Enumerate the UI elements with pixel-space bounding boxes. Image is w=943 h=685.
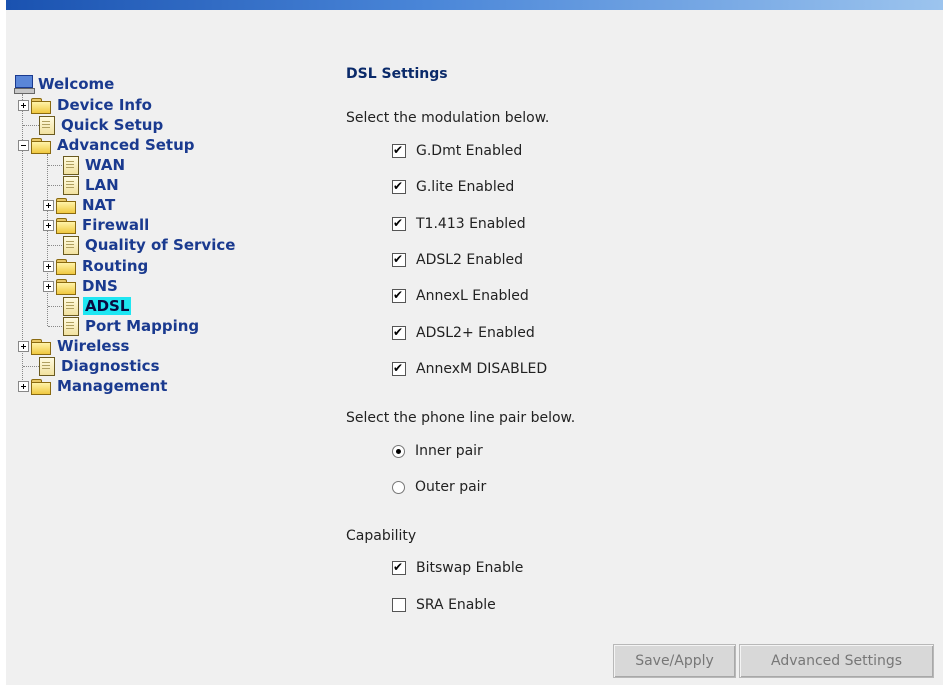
tree-line — [47, 154, 48, 326]
folder-icon — [56, 258, 76, 275]
nav-diagnostics-label: Diagnostics — [61, 357, 160, 375]
nav-device-info[interactable]: Device Info — [18, 95, 154, 115]
radio-button[interactable] — [392, 444, 405, 458]
nav-management[interactable]: Management — [18, 376, 169, 396]
nav-advanced-setup-label: Advanced Setup — [57, 136, 195, 154]
modulation-label: T1.413 Enabled — [416, 216, 526, 232]
pair-option[interactable]: Inner pair — [392, 441, 483, 461]
checkbox[interactable] — [392, 178, 406, 194]
folder-icon — [56, 278, 76, 295]
modulation-option[interactable]: ADSL2 Enabled — [392, 250, 523, 270]
pair-label: Outer pair — [415, 479, 487, 495]
navigation-tree: Welcome Device Info Quick Setup Advanced… — [14, 74, 314, 404]
nav-adsl-label: ADSL — [83, 297, 132, 315]
folder-icon — [31, 378, 51, 395]
expand-icon[interactable] — [43, 219, 54, 231]
nav-port-mapping-label: Port Mapping — [85, 317, 200, 335]
open-folder-icon — [31, 137, 51, 154]
page-icon — [63, 235, 79, 255]
modulation-option[interactable]: AnnexM DISABLED — [392, 359, 547, 379]
page-icon — [63, 296, 79, 316]
nav-quick-setup-label: Quick Setup — [61, 116, 164, 134]
checkbox[interactable] — [392, 598, 406, 612]
expand-icon[interactable] — [43, 280, 54, 292]
modulation-label: ADSL2 Enabled — [416, 252, 523, 268]
modulation-prompt: Select the modulation below. — [346, 110, 550, 126]
advanced-settings-button[interactable]: Advanced Settings — [739, 644, 934, 678]
nav-qos-label: Quality of Service — [85, 236, 236, 254]
nav-dns-label: DNS — [82, 277, 118, 295]
page-icon — [63, 155, 79, 175]
modulation-label: AnnexM DISABLED — [416, 361, 548, 377]
page-icon — [63, 175, 79, 195]
pair-option[interactable]: Outer pair — [392, 477, 486, 497]
nav-port-mapping[interactable]: Port Mapping — [60, 316, 201, 336]
pair-label: Inner pair — [415, 443, 483, 459]
nav-wan[interactable]: WAN — [60, 155, 127, 175]
checkbox[interactable] — [392, 142, 406, 158]
nav-nat[interactable]: NAT — [43, 195, 117, 215]
nav-welcome-label: Welcome — [38, 75, 115, 93]
nav-wireless-label: Wireless — [57, 337, 130, 355]
dsl-settings-panel: DSL Settings Select the modulation below… — [346, 0, 943, 685]
capability-label: Capability — [346, 528, 417, 544]
nav-wan-label: WAN — [85, 156, 126, 174]
radio-button[interactable] — [392, 480, 405, 494]
nav-lan[interactable]: LAN — [60, 175, 121, 195]
nav-wireless[interactable]: Wireless — [18, 336, 131, 356]
modulation-label: G.Dmt Enabled — [416, 143, 523, 159]
checkbox[interactable] — [392, 324, 406, 340]
nav-lan-label: LAN — [85, 176, 119, 194]
nav-routing-label: Routing — [82, 257, 149, 275]
nav-dns[interactable]: DNS — [43, 276, 120, 296]
page-icon — [39, 356, 55, 376]
page-title: DSL Settings — [346, 66, 448, 82]
nav-diagnostics[interactable]: Diagnostics — [36, 356, 162, 376]
checkbox[interactable] — [392, 559, 406, 575]
collapse-icon[interactable] — [18, 139, 29, 151]
expand-icon[interactable] — [18, 380, 29, 392]
nav-quality-of-service[interactable]: Quality of Service — [60, 235, 237, 255]
page-icon — [63, 316, 79, 336]
nav-quick-setup[interactable]: Quick Setup — [36, 115, 165, 135]
page-icon — [39, 115, 55, 135]
nav-nat-label: NAT — [82, 196, 116, 214]
folder-icon — [56, 217, 76, 234]
modulation-option[interactable]: AnnexL Enabled — [392, 286, 529, 306]
capability-option-label: Bitswap Enable — [416, 560, 524, 576]
nav-firewall[interactable]: Firewall — [43, 215, 151, 235]
modulation-label: G.lite Enabled — [416, 179, 515, 195]
folder-icon — [56, 197, 76, 214]
nav-management-label: Management — [57, 377, 168, 395]
save-apply-button[interactable]: Save/Apply — [613, 644, 736, 678]
capability-option[interactable]: Bitswap Enable — [392, 558, 523, 578]
checkbox[interactable] — [392, 251, 406, 267]
checkbox[interactable] — [392, 215, 406, 231]
computer-icon — [14, 75, 35, 94]
folder-icon — [31, 338, 51, 355]
capability-option[interactable]: SRA Enable — [392, 595, 496, 615]
modulation-label: AnnexL Enabled — [416, 288, 529, 304]
pair-prompt: Select the phone line pair below. — [346, 410, 576, 426]
modulation-option[interactable]: T1.413 Enabled — [392, 214, 526, 234]
nav-welcome[interactable]: Welcome — [14, 74, 116, 94]
modulation-option[interactable]: G.Dmt Enabled — [392, 141, 522, 161]
nav-advanced-setup[interactable]: Advanced Setup — [18, 135, 197, 155]
nav-adsl[interactable]: ADSL — [60, 296, 132, 316]
modulation-option[interactable]: G.lite Enabled — [392, 177, 514, 197]
expand-icon[interactable] — [18, 99, 29, 111]
modulation-option[interactable]: ADSL2+ Enabled — [392, 323, 535, 343]
nav-device-info-label: Device Info — [57, 96, 152, 114]
nav-routing[interactable]: Routing — [43, 256, 150, 276]
expand-icon[interactable] — [43, 260, 54, 272]
expand-icon[interactable] — [18, 340, 29, 352]
expand-icon[interactable] — [43, 199, 54, 211]
checkbox[interactable] — [392, 287, 406, 303]
capability-option-label: SRA Enable — [416, 597, 496, 613]
folder-icon — [31, 97, 51, 114]
modulation-label: ADSL2+ Enabled — [416, 325, 535, 341]
nav-firewall-label: Firewall — [82, 216, 150, 234]
checkbox[interactable] — [392, 360, 406, 376]
